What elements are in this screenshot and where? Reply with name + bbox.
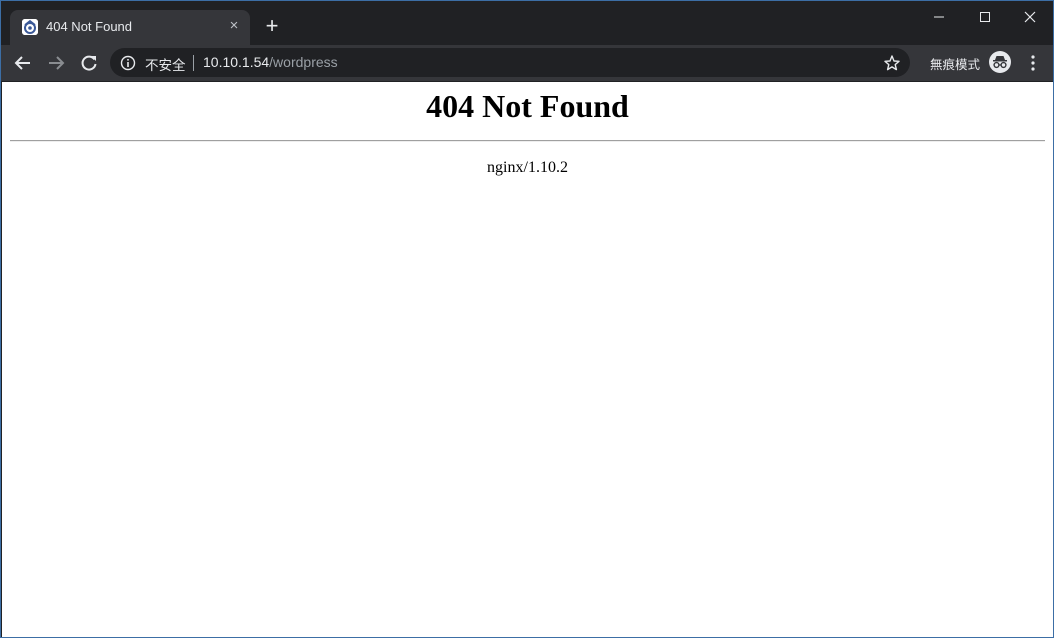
tab-close-icon[interactable]: × [226,18,242,34]
divider [10,140,1045,142]
incognito-icon[interactable] [989,51,1011,73]
tab-title: 404 Not Found [46,19,133,34]
url-host: 10.10.1.54 [203,54,270,70]
forward-button[interactable] [44,51,68,75]
incognito-label[interactable]: 無痕模式 [930,54,980,73]
arrow-right-icon [49,56,65,70]
new-tab-button[interactable]: + [262,15,282,37]
arrow-left-icon [14,56,30,70]
omnibox-divider [193,55,194,71]
maximize-icon [980,12,990,22]
close-icon [1024,11,1036,23]
url-text[interactable]: 10.10.1.54/wordpress [203,54,338,70]
bookmark-star-icon[interactable] [883,54,901,72]
favicon-icon [22,19,38,35]
page-content: 404 Not Found nginx/1.10.2 [2,82,1053,637]
browser-window: 404 Not Found × + 不安全 10.10.1.54/wordpre… [0,0,1054,638]
minimize-button[interactable] [916,1,962,33]
maximize-button[interactable] [962,1,1008,33]
reload-icon [81,55,97,71]
close-window-button[interactable] [1007,1,1053,33]
kebab-menu-icon[interactable] [1023,53,1043,73]
back-button[interactable] [11,51,35,75]
reload-button[interactable] [77,51,101,75]
server-signature: nginx/1.10.2 [487,159,568,176]
security-label[interactable]: 不安全 [145,54,186,74]
info-icon[interactable] [120,55,136,71]
address-bar[interactable]: 不安全 10.10.1.54/wordpress [110,48,910,77]
tab-404[interactable]: 404 Not Found × [10,10,250,45]
url-path: /wordpress [269,54,338,70]
toolbar: 不安全 10.10.1.54/wordpress 無痕模式 [1,45,1053,81]
tab-strip: 404 Not Found × + [1,1,1053,45]
page-heading: 404 Not Found [426,88,629,124]
minimize-icon [934,16,944,18]
